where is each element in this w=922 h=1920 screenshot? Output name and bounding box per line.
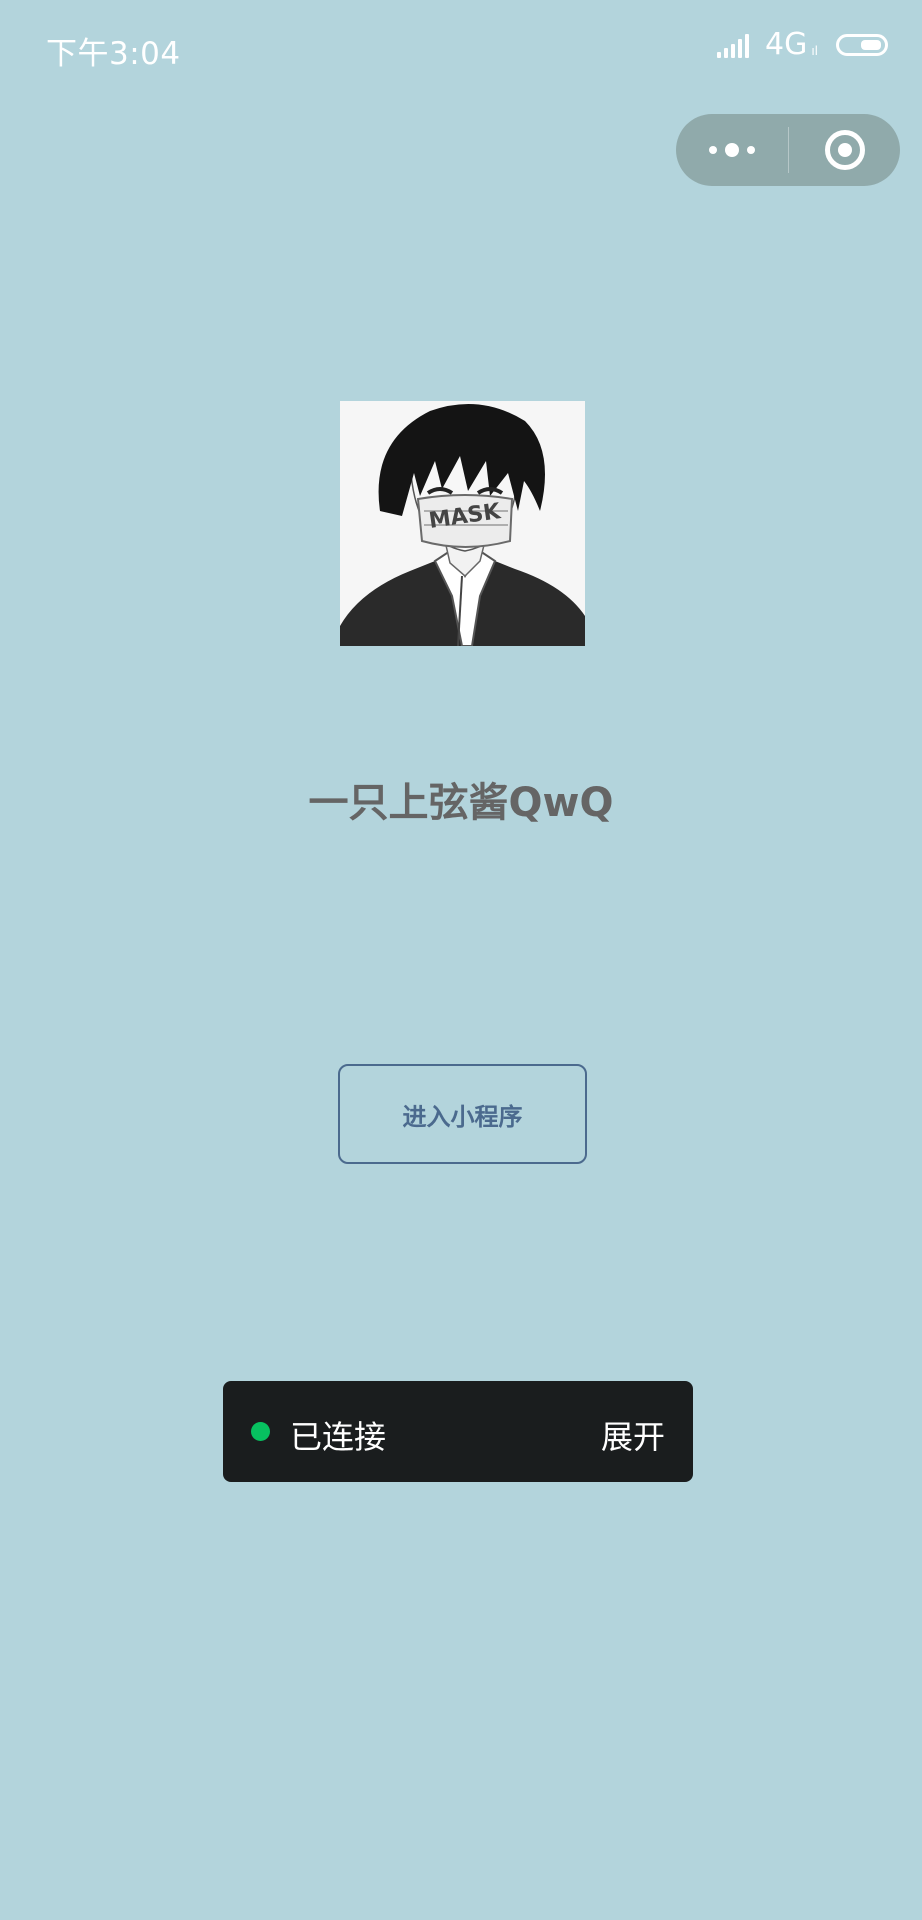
more-button[interactable] [676,114,788,186]
nickname-label: 一只上弦酱QwQ [308,780,614,826]
mini-program-screen: 下午3:04 4G ıl MASK 一只上弦酱QwQ 进入小程序 已连接 展开 [0,0,922,1920]
signal-strength-icon [716,32,749,58]
avatar-anime-boy-icon: MASK [340,401,585,646]
status-bar: 下午3:04 4G ıl [0,0,922,96]
status-time: 下午3:04 [46,36,181,72]
capsule-menu [676,114,900,186]
more-dots-icon [709,146,717,154]
target-circle-icon [824,130,865,170]
network-type-label: 4G [764,27,808,62]
expand-button[interactable]: 展开 [601,1412,665,1458]
network-activity-label: ıl [811,44,818,58]
connection-status-label: 已连接 [290,1418,387,1456]
status-indicators: 4G ıl [716,27,888,62]
connected-status-dot-icon [251,1422,270,1441]
close-mini-program-button[interactable] [789,114,900,186]
battery-icon [836,34,888,56]
enter-mini-program-button[interactable]: 进入小程序 [338,1064,587,1164]
avatar: MASK [340,401,585,646]
connection-status-bar: 已连接 展开 [223,1381,693,1482]
